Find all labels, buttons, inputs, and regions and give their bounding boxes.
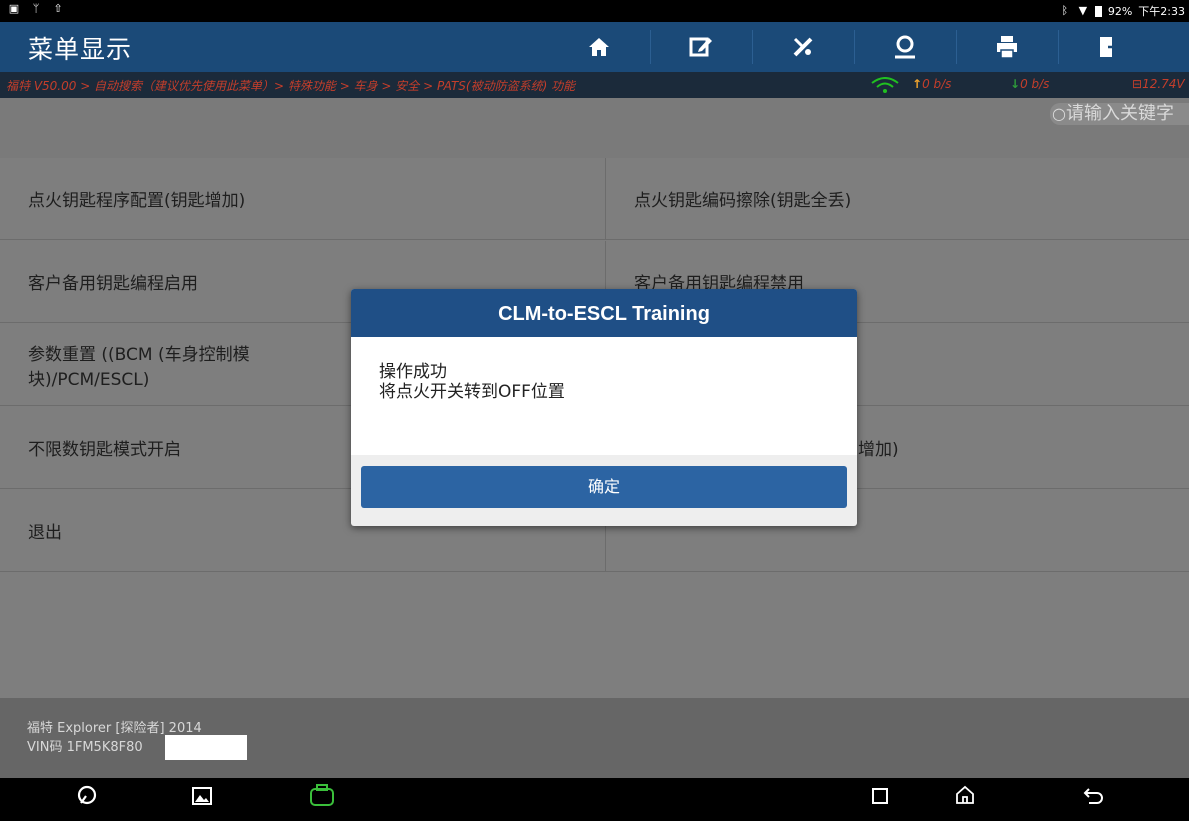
menu-item-label: 点火钥匙编码擦除(钥匙全丢): [634, 191, 852, 211]
browser-button[interactable]: [67, 784, 107, 814]
system-navbar: [0, 778, 1189, 821]
recent-apps-button[interactable]: [860, 784, 900, 814]
menu-item[interactable]: 点火钥匙编码擦除(钥匙全丢): [605, 158, 1189, 240]
vci-icon: [310, 784, 334, 806]
wifi-icon: ▼: [1078, 4, 1088, 17]
dialog-body: 操作成功 将点火开关转到OFF位置: [351, 337, 857, 455]
usb-icon: ᛘ: [32, 2, 40, 15]
clock: 下午2:33: [1138, 5, 1185, 18]
vehicle-info: 福特 Explorer [探险者] 2014 VIN码 1FM5K8F80: [0, 698, 1189, 778]
search-placeholder: 请输入关键字: [1065, 103, 1174, 124]
status-bar: ▣ ᛘ ⇧ ᛒ ▼ 92% 下午2:33: [0, 0, 1189, 22]
back-icon: [1083, 788, 1103, 804]
breadcrumb: 福特 V50.00 > 自动搜索（建议优先使用此菜单）> 特殊功能 > 车身 >…: [6, 79, 576, 93]
user-icon: [895, 35, 915, 59]
voltage: ⊟12.74V: [1132, 77, 1185, 91]
exit-icon: [1100, 37, 1120, 57]
page-title: 菜单显示: [28, 35, 133, 64]
home-nav-button[interactable]: [945, 784, 985, 814]
menu-item-label: 不限数钥匙模式开启: [28, 440, 181, 460]
message-dialog: CLM-to-ESCL Training 操作成功 将点火开关转到OFF位置 确…: [351, 289, 857, 526]
home-outline-icon: [956, 785, 974, 804]
search-row: ○请输入关键字: [0, 98, 1189, 158]
download-speed: ↓0 b/s: [1010, 77, 1050, 91]
vin-number: VIN码 1FM5K8F80: [27, 740, 143, 755]
gallery-icon: [192, 787, 212, 805]
battery-voltage-icon: ⊟: [1132, 77, 1143, 91]
battery-level: 92%: [1107, 4, 1133, 18]
dialog-title: CLM-to-ESCL Training: [351, 289, 857, 337]
dialog-message-line2: 将点火开关转到OFF位置: [379, 382, 565, 402]
battery-icon: [1094, 5, 1102, 17]
menu-item-label: 客户备用钥匙编程启用: [28, 274, 198, 294]
vehicle-model: 福特 Explorer [探险者] 2014: [27, 721, 202, 736]
user-button[interactable]: [854, 22, 956, 72]
recent-apps-icon: [872, 788, 888, 804]
breadcrumb-bar: 福特 V50.00 > 自动搜索（建议优先使用此菜单）> 特殊功能 > 车身 >…: [0, 72, 1189, 98]
arrow-down-icon: ↓: [1010, 77, 1021, 91]
report-button[interactable]: [650, 22, 752, 72]
browser-icon: [77, 785, 97, 805]
print-icon: [997, 36, 1017, 59]
menu-item-label: 参数重置 ((BCM (车身控制模块)/PCM/ESCL): [28, 344, 250, 390]
app-header: 菜单显示: [0, 22, 1189, 72]
home-button[interactable]: [548, 22, 650, 72]
home-icon: [589, 38, 609, 56]
menu-item-label: 增加): [858, 440, 899, 460]
dialog-message-line1: 操作成功: [379, 362, 447, 382]
signal-icon: [870, 77, 900, 96]
vin-redaction: [165, 735, 247, 760]
ok-button[interactable]: 确定: [361, 466, 847, 508]
arrow-up-icon: ↑: [912, 77, 923, 91]
tools-icon: [793, 37, 813, 57]
menu-item-label: 退出: [28, 523, 62, 543]
print-button[interactable]: [956, 22, 1058, 72]
bluetooth-icon: ᛒ: [1061, 4, 1069, 17]
vci-button[interactable]: [302, 784, 342, 814]
back-button[interactable]: [1073, 784, 1113, 814]
exit-button[interactable]: [1058, 22, 1160, 72]
upload-icon: ⇧: [53, 2, 63, 15]
search-input[interactable]: ○请输入关键字: [1050, 103, 1189, 125]
gallery-button[interactable]: [182, 784, 222, 814]
upload-speed: ↑0 b/s: [912, 77, 952, 91]
edit-report-icon: [689, 37, 712, 57]
tools-button[interactable]: [752, 22, 854, 72]
menu-item[interactable]: 点火钥匙程序配置(钥匙增加): [0, 158, 605, 240]
menu-item-label: 点火钥匙程序配置(钥匙增加): [28, 191, 246, 211]
notification-icon: ▣: [8, 2, 20, 15]
search-icon: ○: [1052, 104, 1066, 123]
